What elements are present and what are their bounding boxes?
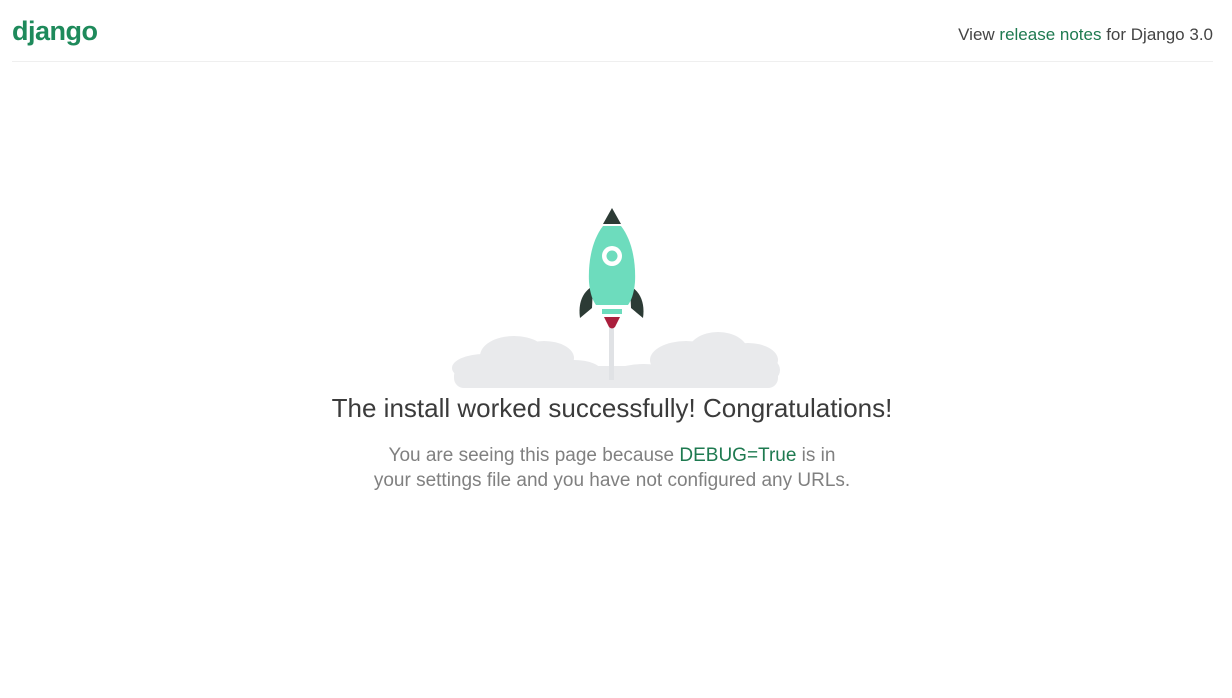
cloud-icon <box>452 332 780 388</box>
rocket-illustration <box>446 206 786 388</box>
page-title: The install worked successfully! Congrat… <box>331 393 893 423</box>
release-suffix: for Django 3.0 <box>1101 25 1213 44</box>
rocket-launch-icon <box>452 208 780 388</box>
release-notes-text: View release notes for Django 3.0 <box>958 25 1213 45</box>
description: You are seeing this page because DEBUG=T… <box>370 443 854 493</box>
desc-prefix: You are seeing this page because <box>388 445 680 466</box>
django-logo[interactable]: django <box>12 16 98 47</box>
debug-setting: DEBUG=True <box>679 445 797 466</box>
release-notes-link[interactable]: release notes <box>999 25 1101 44</box>
release-prefix: View <box>958 25 1000 44</box>
header: django View release notes for Django 3.0 <box>12 0 1213 62</box>
